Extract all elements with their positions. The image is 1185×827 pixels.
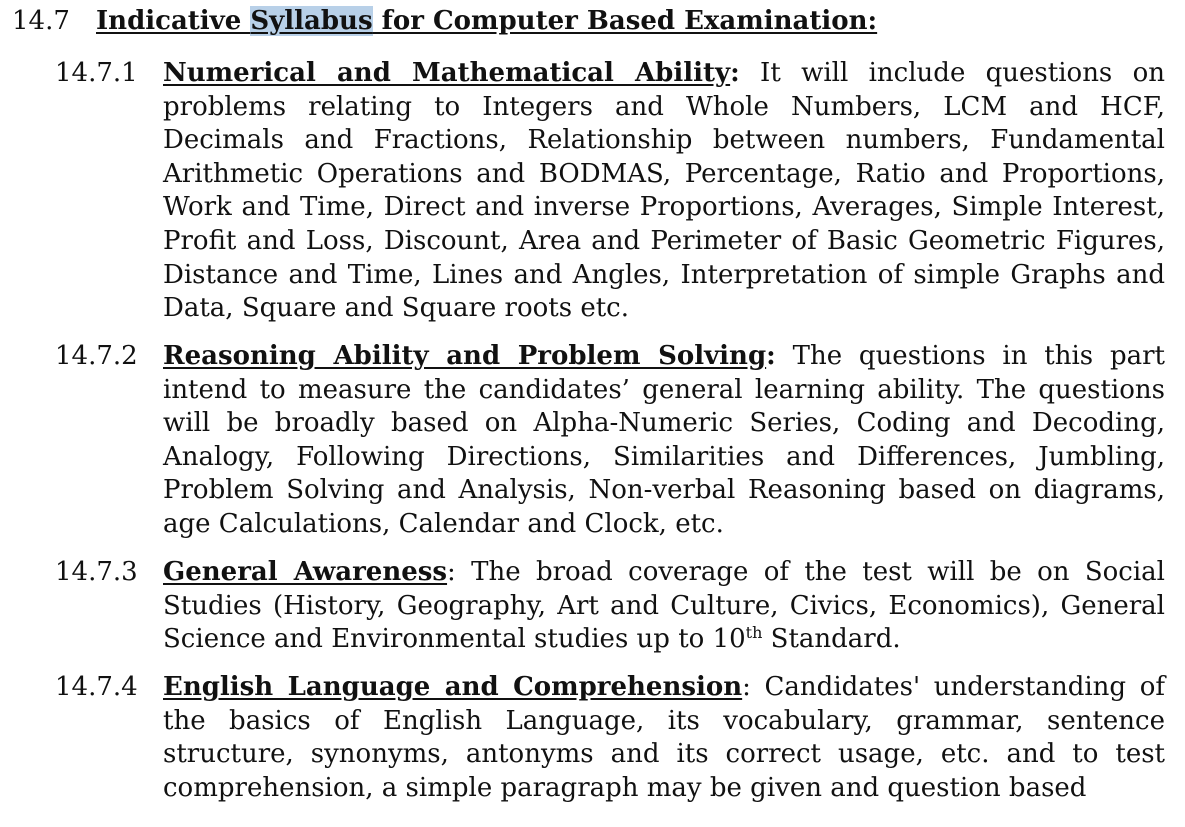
- item-separator: :: [730, 58, 740, 88]
- section-title-part: Indicative: [96, 6, 251, 36]
- section-heading: 14.7 Indicative Syllabus for Computer Bas…: [12, 4, 877, 38]
- item-text: Standard.: [762, 624, 901, 655]
- item-body: General Awareness: The broad coverage of…: [163, 556, 1165, 657]
- item-number: 14.7.1: [55, 58, 138, 88]
- item-text: It will include questions on problems re…: [163, 58, 1165, 324]
- item-separator: :: [766, 341, 776, 371]
- section-title: Indicative Syllabus for Computer Based E…: [96, 6, 877, 36]
- item-separator: :: [447, 557, 456, 587]
- item-number: 14.7.2: [55, 341, 138, 371]
- section-number: 14.7: [12, 6, 70, 36]
- item-body: Numerical and Mathematical Ability: It w…: [163, 57, 1165, 326]
- syllabus-item-general-awareness: 14.7.3 General Awareness: The broad cove…: [55, 556, 1165, 657]
- syllabus-item-english: 14.7.4 English Language and Comprehensio…: [55, 671, 1165, 805]
- syllabus-item-reasoning: 14.7.2 Reasoning Ability and Problem Sol…: [55, 340, 1165, 542]
- item-heading: General Awareness: [163, 557, 448, 587]
- syllabus-item-numerical: 14.7.1 Numerical and Mathematical Abilit…: [55, 57, 1165, 326]
- item-number: 14.7.3: [55, 557, 138, 587]
- document-page: 14.7 Indicative Syllabus for Computer Bas…: [0, 0, 1185, 827]
- item-heading: Numerical and Mathematical Ability: [163, 58, 731, 88]
- highlighted-text[interactable]: Syllabus: [250, 6, 373, 36]
- item-heading: English Language and Comprehension: [163, 672, 743, 702]
- ordinal-superscript: th: [745, 623, 763, 643]
- item-body: Reasoning Ability and Problem Solving: T…: [163, 340, 1165, 542]
- section-title-part: for Computer Based Examination:: [372, 6, 878, 36]
- item-heading: Reasoning Ability and Problem Solving: [163, 341, 767, 371]
- item-separator: :: [742, 672, 751, 702]
- item-body: English Language and Comprehension: Cand…: [163, 671, 1165, 805]
- item-number: 14.7.4: [55, 672, 138, 702]
